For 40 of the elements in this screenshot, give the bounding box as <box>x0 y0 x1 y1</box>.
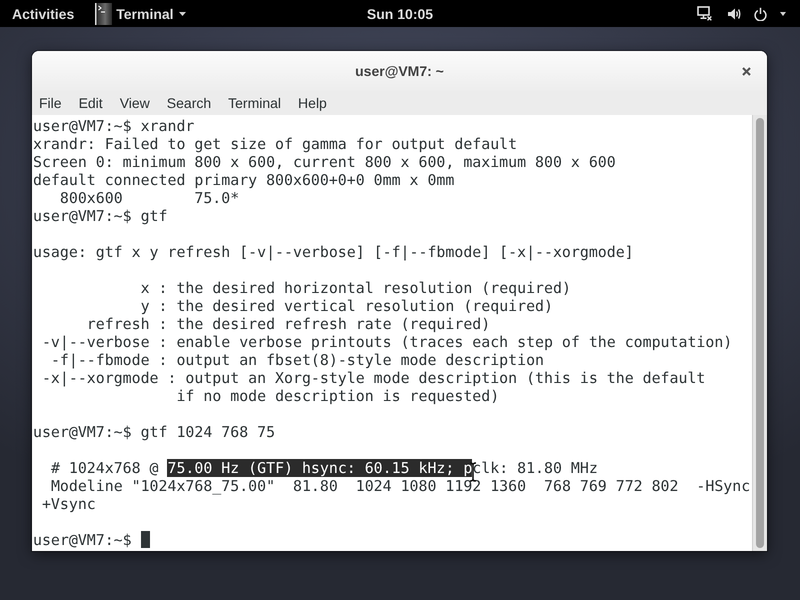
terminal-line: user@VM7:~$ gtf <box>33 207 168 225</box>
clock[interactable]: Sun 10:05 <box>366 6 434 22</box>
network-icon[interactable] <box>697 6 712 21</box>
menu-item[interactable]: Search <box>166 95 212 111</box>
menu-item[interactable]: Help <box>298 95 327 111</box>
terminal-line: -f|--fbmode : output an fbset(8)-style mode description <box>50 351 544 369</box>
terminal-line: y : the desired vertical resolution (required) <box>140 297 553 315</box>
close-button[interactable] <box>742 66 751 76</box>
terminal-line: -v|--verbose : enable verbose printouts (traces each step of the computation) <box>42 333 732 351</box>
scrollbar-track[interactable] <box>752 115 767 551</box>
terminal-line: usage: gtf x y refresh [-v|--verbose] [-f|--fbmode] [-x|--xorgmode] <box>33 243 634 261</box>
terminal-line: user@VM7:~$ gtf 1024 768 75 <box>33 423 276 441</box>
caret-icon <box>178 12 186 16</box>
terminal-line: xrandr: Failed to get size of gamma for output default <box>33 135 518 153</box>
terminal-line: +Vsync <box>42 495 96 513</box>
activities-button[interactable]: Activities <box>12 6 74 22</box>
close-icon <box>742 66 751 76</box>
terminal-line: -x|--xorgmode : output an Xorg-style mode description (this is the default <box>42 369 706 387</box>
terminal-line: user@VM7:~$ <box>33 531 132 549</box>
terminal-line: Screen 0: minimum 800 x 600, current 800 x 600, maximum 800 x 600 <box>33 153 616 171</box>
power-icon[interactable] <box>754 6 767 20</box>
scrollbar-thumb[interactable] <box>756 118 764 548</box>
menu-item[interactable]: View <box>120 95 150 111</box>
menu-item[interactable]: Terminal <box>228 95 282 111</box>
terminal-app-icon <box>95 2 112 24</box>
volume-icon[interactable] <box>728 8 741 20</box>
caret-icon[interactable] <box>780 12 786 16</box>
terminal-line: Modeline "1024x768_75.00" 81.80 1024 1080 1192 1360 768 769 772 802 -HSync <box>50 477 750 495</box>
app-menu-button[interactable]: Terminal <box>95 2 186 24</box>
terminal-line: x : the desired horizontal resolution (required) <box>140 279 571 297</box>
window-title: user@VM7: ~ <box>355 63 444 79</box>
terminal-line: default connected primary 800x600+0+0 0mm x 0mm <box>33 171 454 189</box>
terminal-line: refresh : the desired refresh rate (required) <box>86 315 490 333</box>
menu-item[interactable]: Edit <box>78 95 103 111</box>
terminal-text: # 1024x768 @ <box>50 459 160 477</box>
terminal-line: if no mode description is requested) <box>176 387 500 405</box>
terminal-line: user@VM7:~$ xrandr <box>33 117 194 135</box>
selected-text: 75.00 Hz (GTF) hsync: 60.15 kHz; p <box>167 459 472 477</box>
terminal-line: 800x600 75.0* <box>60 189 240 207</box>
menu-item[interactable]: File <box>39 95 62 111</box>
